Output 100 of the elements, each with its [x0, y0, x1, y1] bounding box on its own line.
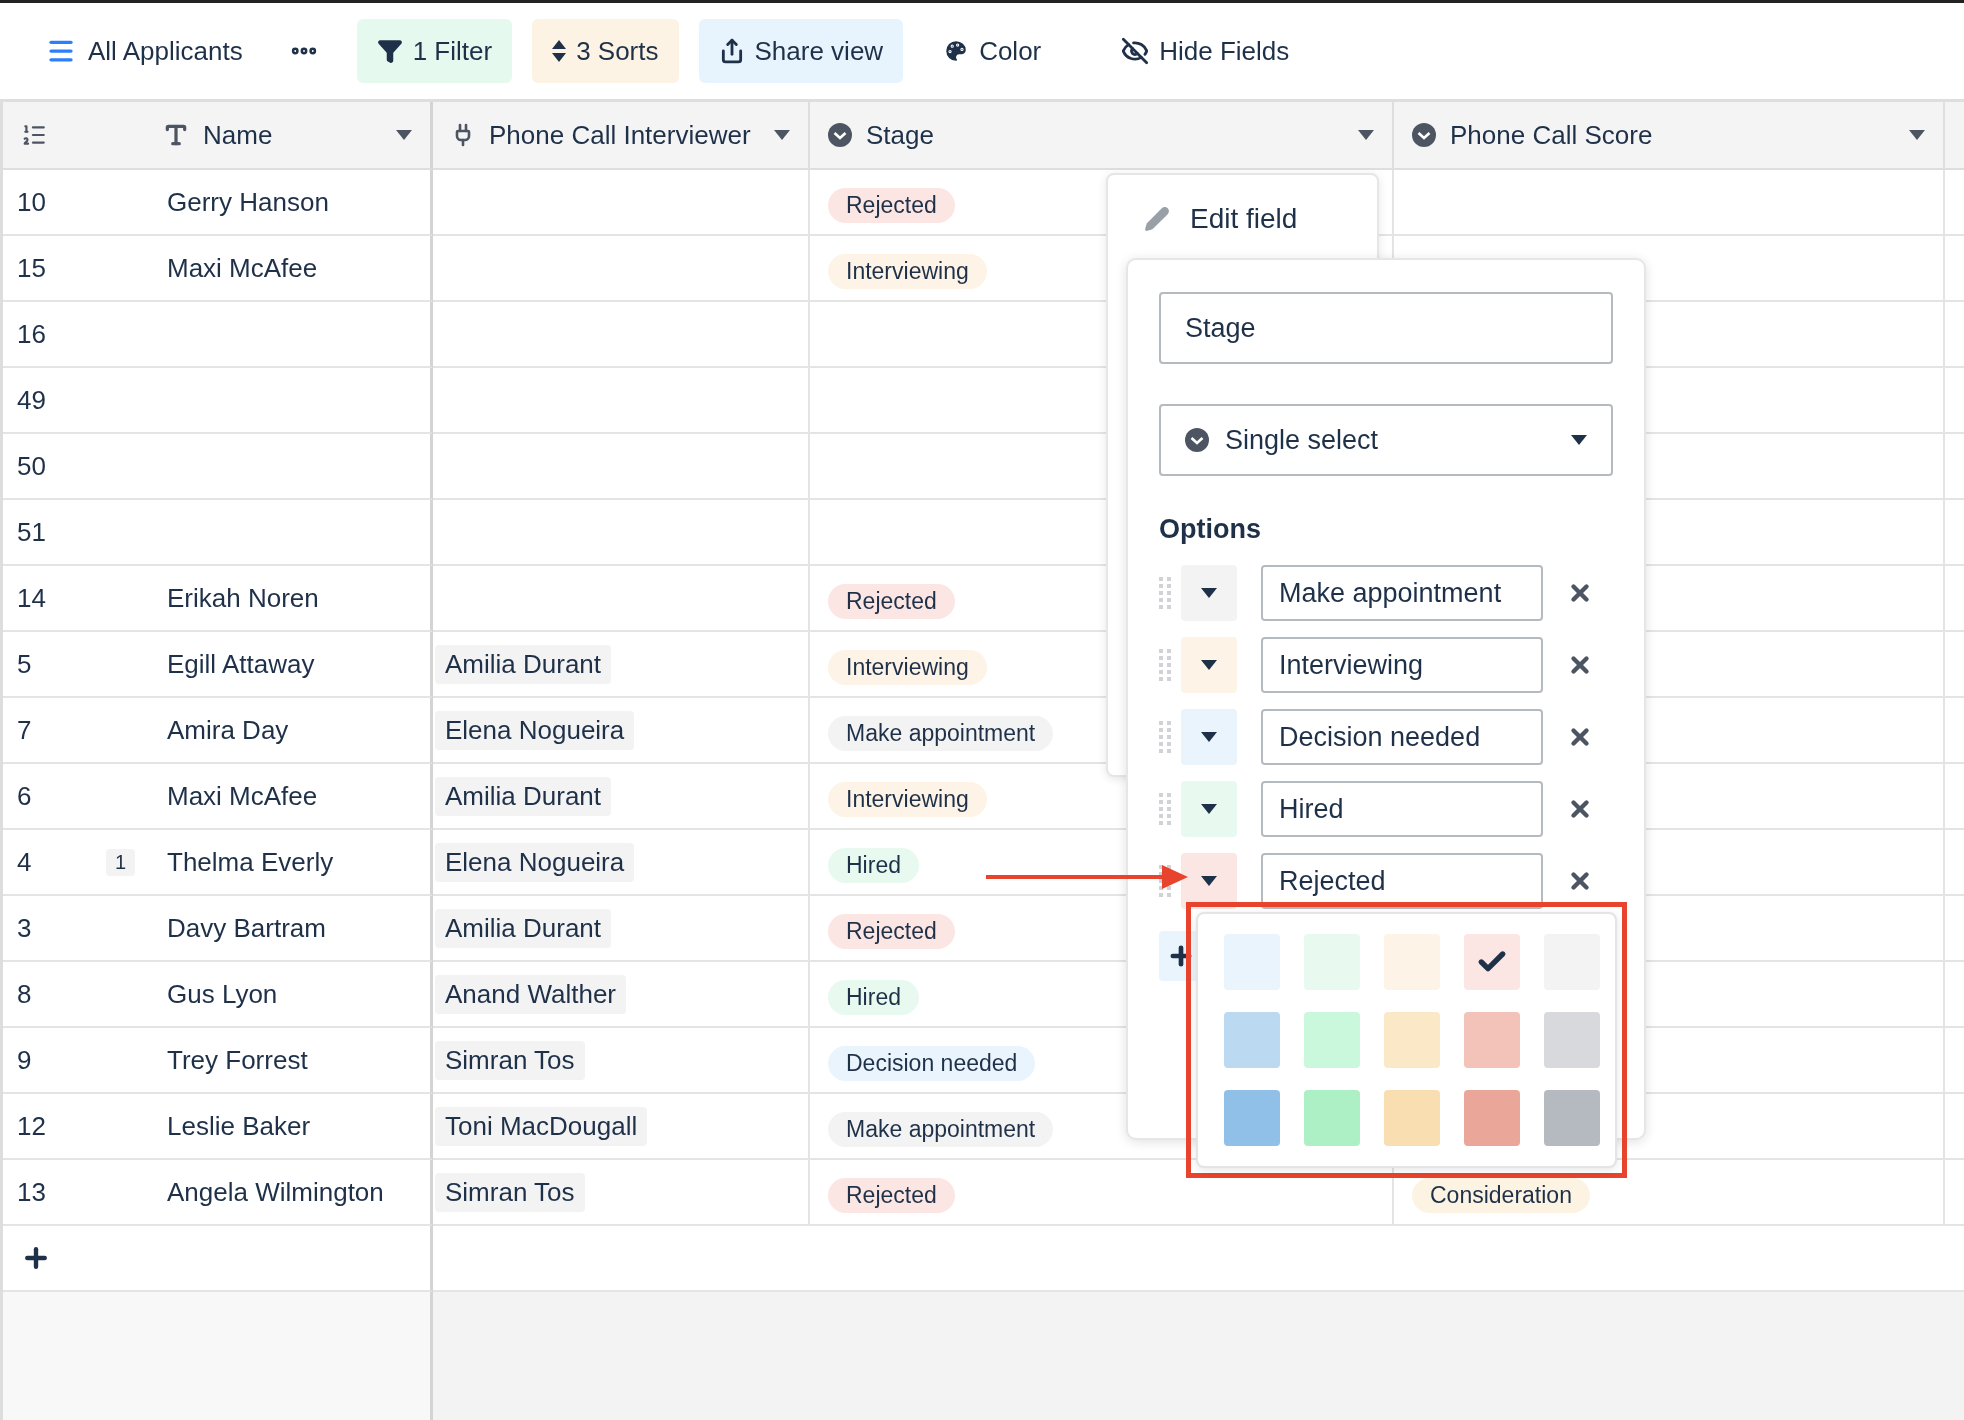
- table-cell: Maxi McAfee: [153, 764, 433, 830]
- color-swatch[interactable]: [1224, 1012, 1280, 1068]
- chevron-circle-icon: [828, 123, 852, 147]
- filter-icon: [376, 38, 403, 64]
- text-type-icon: [163, 122, 189, 148]
- caret-icon: [1358, 130, 1374, 140]
- row-number: 15: [17, 252, 47, 284]
- column-title: Name: [203, 119, 274, 151]
- column-title: Phone Call Interviewer: [489, 119, 752, 151]
- color-button[interactable]: Color: [923, 19, 1062, 83]
- share-button[interactable]: Share view: [698, 19, 904, 83]
- sort-button[interactable]: 3 Sorts: [532, 19, 679, 83]
- edit-field-item[interactable]: Edit field: [1108, 199, 1334, 239]
- table-cell: Gus Lyon: [153, 962, 433, 1028]
- table-cell: Davy Bartram: [153, 896, 433, 962]
- stage-tag: Decision needed: [828, 1045, 1036, 1081]
- stage-tag: Rejected: [828, 583, 955, 619]
- row-number: 3: [17, 912, 33, 944]
- color-swatch[interactable]: [1464, 1012, 1520, 1068]
- comment-count[interactable]: 1: [105, 848, 135, 876]
- drag-handle-icon[interactable]: [1159, 791, 1171, 827]
- column-header[interactable]: Phone Call Score: [1394, 102, 1945, 170]
- option-input[interactable]: Rejected: [1261, 853, 1543, 909]
- option-color-button[interactable]: [1181, 709, 1237, 765]
- option-color-button[interactable]: [1181, 637, 1237, 693]
- stage-tag: Hired: [828, 979, 919, 1015]
- linked-record[interactable]: Simran Tos: [435, 1172, 585, 1212]
- row-number: 8: [17, 978, 33, 1010]
- eye-off-icon: [1121, 37, 1150, 65]
- row-number: 12: [17, 1110, 47, 1142]
- linked-record[interactable]: Amilia Durant: [435, 908, 612, 948]
- table-cell: Erikah Noren: [153, 566, 433, 632]
- pencil-icon: [1144, 206, 1170, 232]
- option-input[interactable]: Make appointment: [1261, 565, 1543, 621]
- row-number: 14: [17, 582, 47, 614]
- color-swatch[interactable]: [1304, 1012, 1360, 1068]
- option-color-button[interactable]: [1181, 853, 1237, 909]
- stage-tag: Interviewing: [828, 781, 987, 817]
- column-header[interactable]: Phone Call Interviewer: [433, 102, 810, 170]
- drag-handle-icon[interactable]: [1159, 575, 1171, 611]
- options-heading: Options: [1159, 514, 1262, 545]
- row-number: 7: [17, 714, 33, 746]
- stage-tag: Make appointment: [828, 715, 1054, 751]
- color-swatch[interactable]: [1384, 1090, 1440, 1146]
- view-name-button[interactable]: All Applicants: [46, 35, 243, 67]
- stage-tag: Rejected: [828, 1177, 955, 1213]
- table-cell: Amira Day: [153, 698, 433, 764]
- linked-record[interactable]: Amilia Durant: [435, 776, 612, 816]
- option-input[interactable]: Interviewing: [1261, 637, 1543, 693]
- option-color-button[interactable]: [1181, 781, 1237, 837]
- column-header[interactable]: Name: [153, 102, 433, 170]
- linked-record[interactable]: Anand Walther: [435, 974, 627, 1014]
- column-header[interactable]: Stage: [810, 102, 1394, 170]
- drag-handle-icon[interactable]: [1159, 719, 1171, 755]
- row-number: 49: [17, 384, 47, 416]
- option-input[interactable]: Decision needed: [1261, 709, 1543, 765]
- field-type-select[interactable]: Single select: [1159, 404, 1613, 476]
- table-cell: Leslie Baker: [153, 1094, 433, 1160]
- stage-tag: Make appointment: [828, 1111, 1054, 1147]
- color-swatch[interactable]: [1464, 934, 1520, 990]
- filter-button[interactable]: 1 Filter: [356, 19, 513, 83]
- sort-icon: [552, 40, 567, 62]
- linked-record[interactable]: Amilia Durant: [435, 644, 612, 684]
- row-number: 4: [17, 846, 33, 878]
- option-color-button[interactable]: [1181, 565, 1237, 621]
- table-cell: Egill Attaway: [153, 632, 433, 698]
- column-title: Phone Call Score: [1450, 119, 1654, 151]
- color-swatch[interactable]: [1464, 1090, 1520, 1146]
- row-number: 6: [17, 780, 33, 812]
- table-cell: Maxi McAfee: [153, 236, 433, 302]
- color-swatch[interactable]: [1384, 1012, 1440, 1068]
- score-tag: Consideration: [1412, 1177, 1590, 1213]
- field-name-input[interactable]: Stage: [1159, 292, 1613, 364]
- color-swatch[interactable]: [1224, 1090, 1280, 1146]
- stage-tag: Interviewing: [828, 649, 987, 685]
- stage-tag: Rejected: [828, 913, 955, 949]
- linked-record[interactable]: Elena Nogueira: [435, 842, 635, 882]
- linked-record[interactable]: Elena Nogueira: [435, 710, 635, 750]
- drag-handle-icon[interactable]: [1159, 647, 1171, 683]
- color-swatch[interactable]: [1384, 934, 1440, 990]
- linked-record[interactable]: Toni MacDougall: [435, 1106, 648, 1146]
- chevron-circle-icon: [1185, 428, 1209, 452]
- caret-icon: [1201, 660, 1217, 670]
- row-number: 5: [17, 648, 33, 680]
- option-input[interactable]: Hired: [1261, 781, 1543, 837]
- caret-icon: [1201, 804, 1217, 814]
- stage-tag: Interviewing: [828, 253, 987, 289]
- color-swatch[interactable]: [1544, 1012, 1600, 1068]
- caret-icon: [396, 130, 412, 140]
- color-swatch[interactable]: [1304, 1090, 1360, 1146]
- stage-tag: Rejected: [828, 187, 955, 223]
- hide-button[interactable]: Hide Fields: [1101, 19, 1310, 83]
- caret-icon: [1909, 130, 1925, 140]
- caret-icon: [1201, 588, 1217, 598]
- color-swatch[interactable]: [1544, 1090, 1600, 1146]
- row-number: 51: [17, 516, 47, 548]
- linked-record[interactable]: Simran Tos: [435, 1040, 585, 1080]
- chevron-circle-icon: [1412, 123, 1436, 147]
- table-cell: Trey Forrest: [153, 1028, 433, 1094]
- caret-icon: [1201, 876, 1217, 886]
